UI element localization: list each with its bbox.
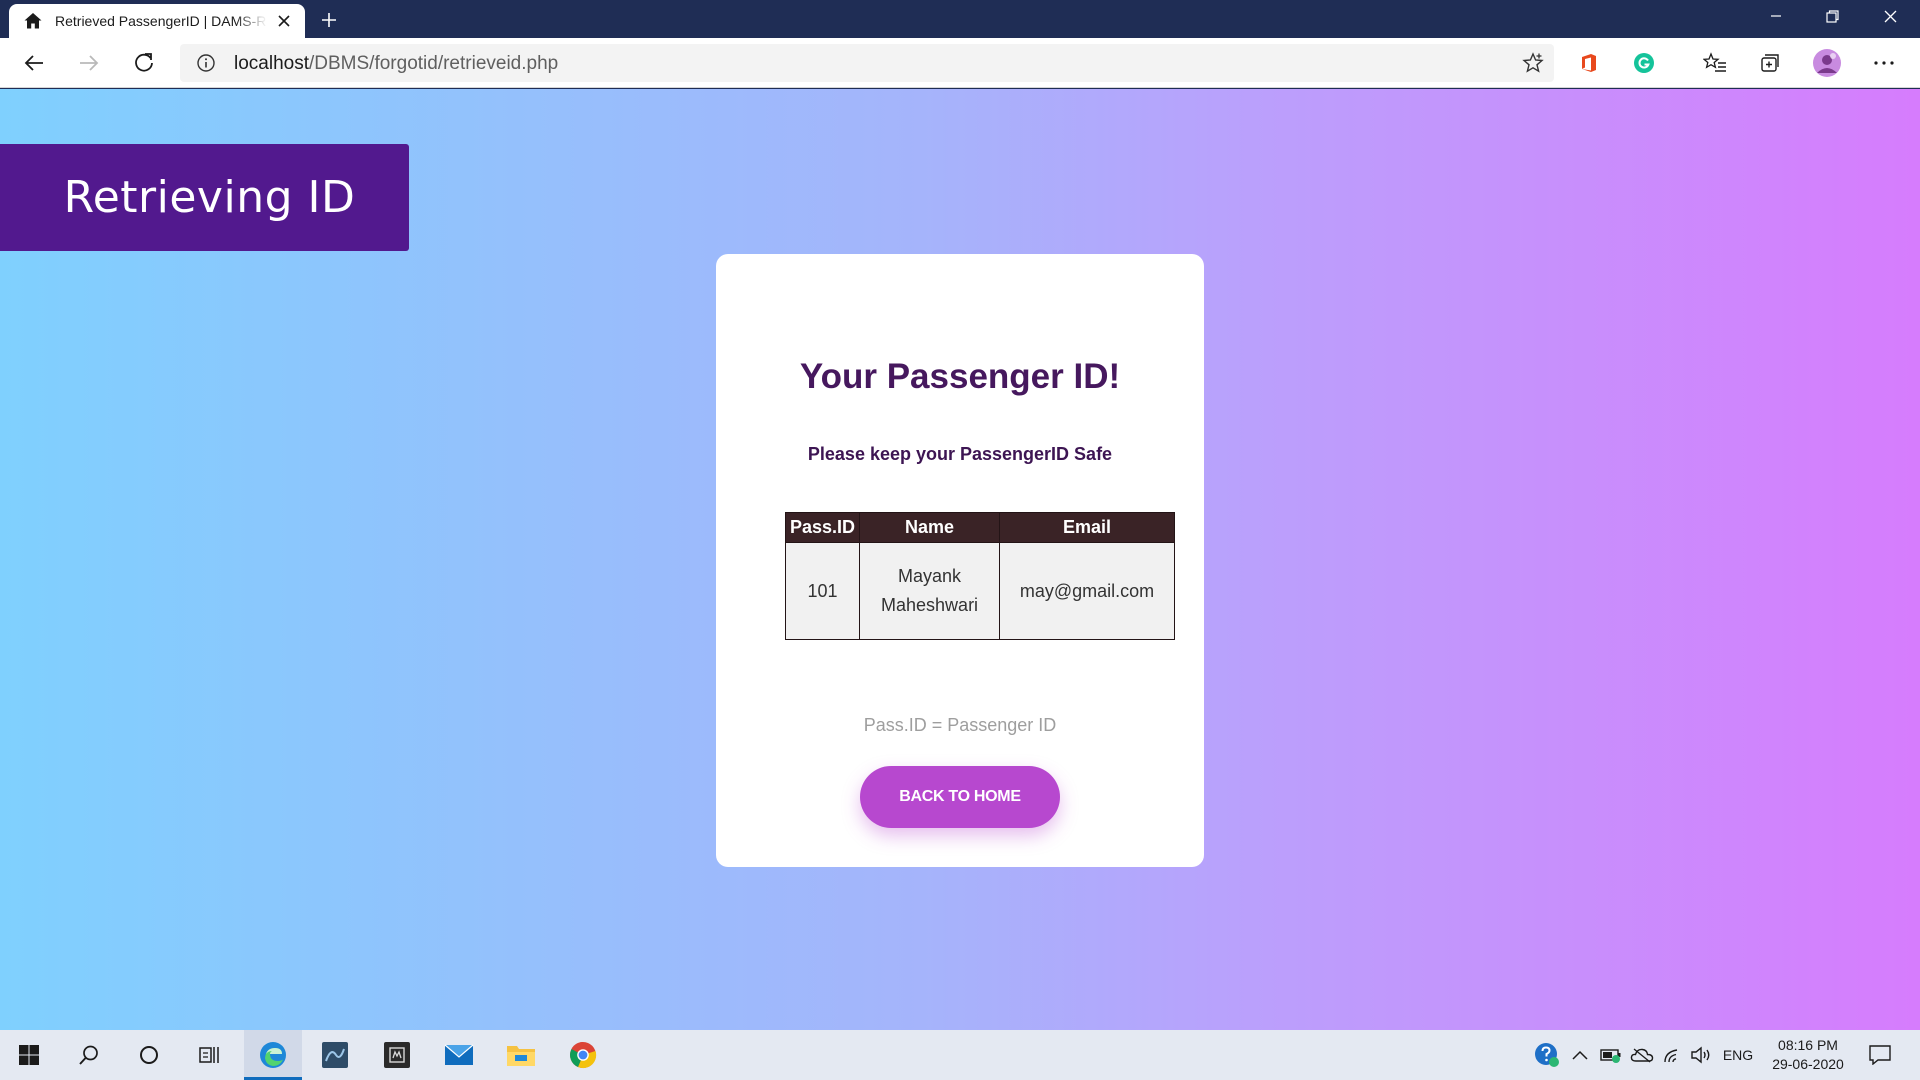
- url-path: /DBMS/forgotid/retrieveid.php: [309, 53, 559, 74]
- cortana-circle-icon: [140, 1046, 158, 1064]
- tray-volume[interactable]: [1688, 1030, 1714, 1080]
- column-header-email: Email: [999, 512, 1175, 543]
- refresh-button[interactable]: [126, 45, 162, 81]
- chrome-icon: [570, 1042, 597, 1069]
- back-to-home-button[interactable]: BACK TO HOME: [860, 766, 1060, 828]
- taskbar-mail[interactable]: [430, 1030, 488, 1080]
- address-bar[interactable]: localhost/DBMS/forgotid/retrieveid.php: [180, 44, 1554, 82]
- result-card: Your Passenger ID! Please keep your Pass…: [716, 254, 1204, 867]
- volume-icon: [1691, 1046, 1710, 1064]
- chevron-up-icon: [1572, 1050, 1588, 1060]
- banner-title: Retrieving ID: [63, 172, 356, 223]
- action-center-button[interactable]: [1864, 1030, 1896, 1080]
- search-button[interactable]: [60, 1030, 118, 1080]
- notification-icon: [1869, 1045, 1891, 1065]
- card-subheading: Please keep your PassengerID Safe: [807, 444, 1113, 464]
- taskbar-file-explorer[interactable]: [492, 1030, 550, 1080]
- cell-name-last: Maheshwari: [881, 595, 979, 615]
- back-arrow-icon: [24, 55, 43, 71]
- refresh-icon: [135, 53, 153, 72]
- avatar: [1813, 49, 1841, 77]
- browser-toolbar: localhost/DBMS/forgotid/retrieveid.php: [0, 38, 1920, 88]
- taskbar-chrome[interactable]: [554, 1030, 612, 1080]
- start-button[interactable]: [0, 1030, 58, 1080]
- tray-clock[interactable]: 08:16 PM 29-06-2020: [1758, 1036, 1858, 1074]
- tray-show-hidden[interactable]: [1568, 1030, 1592, 1080]
- settings-menu-button[interactable]: [1866, 45, 1902, 81]
- cell-name: Mayank Maheshwari: [859, 542, 1001, 640]
- mysql-workbench-icon: [322, 1042, 348, 1068]
- legend-note: Pass.ID = Passenger ID: [863, 715, 1057, 735]
- info-icon[interactable]: [196, 53, 216, 73]
- folder-icon: [507, 1046, 535, 1066]
- tab-title: Retrieved PassengerID | DAMS-R: [55, 13, 267, 29]
- cell-passid: 101: [784, 542, 861, 640]
- mail-icon: [444, 1044, 474, 1065]
- close-window-button[interactable]: [1862, 0, 1918, 32]
- forward-button[interactable]: [71, 45, 107, 81]
- forward-arrow-icon: [80, 55, 99, 71]
- favorites-list-icon: [1703, 52, 1726, 72]
- new-tab-button[interactable]: [314, 6, 344, 34]
- windows-logo-icon: [19, 1045, 39, 1065]
- edge-icon: [260, 1042, 286, 1068]
- battery-icon: [1600, 1049, 1621, 1063]
- windows-taskbar: ENG 08:16 PM 29-06-2020: [0, 1030, 1920, 1080]
- minimize-button[interactable]: [1748, 0, 1804, 32]
- back-button[interactable]: [16, 45, 52, 81]
- office-icon: [1582, 54, 1596, 72]
- card-heading: Your Passenger ID!: [799, 357, 1121, 396]
- cell-name-first: Mayank: [898, 566, 962, 586]
- wifi-icon: [1664, 1049, 1678, 1063]
- collections-button[interactable]: [1752, 45, 1788, 81]
- tray-help[interactable]: [1532, 1030, 1562, 1080]
- office-extension-button[interactable]: [1571, 45, 1607, 81]
- browser-titlebar: Retrieved PassengerID | DAMS-R: [0, 0, 1920, 38]
- star-favorite-icon[interactable]: [1522, 52, 1544, 74]
- tab-close-icon[interactable]: [273, 10, 295, 32]
- tray-battery[interactable]: [1598, 1030, 1624, 1080]
- grammarly-icon: [1634, 53, 1654, 73]
- task-view-button[interactable]: [180, 1030, 238, 1080]
- tray-language[interactable]: ENG: [1722, 1030, 1754, 1080]
- grammarly-extension-button[interactable]: [1626, 45, 1662, 81]
- clock-date: 29-06-2020: [1772, 1056, 1844, 1072]
- search-icon: [79, 1045, 98, 1065]
- column-header-passid: Pass.ID: [784, 512, 861, 543]
- cell-email: may@gmail.com: [999, 542, 1175, 640]
- table-row: 101 Mayank Maheshwari may@gmail.com: [784, 542, 1175, 640]
- taskbar-terminal-app[interactable]: [368, 1030, 426, 1080]
- favorites-button[interactable]: [1697, 45, 1733, 81]
- tray-wifi[interactable]: [1660, 1030, 1686, 1080]
- task-view-icon: [199, 1047, 219, 1063]
- url-text[interactable]: localhost/DBMS/forgotid/retrieveid.php: [234, 53, 558, 75]
- cloud-icon: [1630, 1048, 1654, 1063]
- collections-icon: [1761, 54, 1779, 72]
- profile-button[interactable]: [1809, 45, 1845, 81]
- restore-button[interactable]: [1804, 0, 1860, 32]
- help-question-icon: [1535, 1043, 1559, 1067]
- home-icon: [24, 13, 42, 29]
- terminal-app-icon: [384, 1042, 410, 1068]
- taskbar-edge[interactable]: [244, 1030, 302, 1080]
- table-header-row: Pass.ID Name Email: [784, 512, 1175, 543]
- cortana-button[interactable]: [120, 1030, 178, 1080]
- taskbar-mysql-workbench[interactable]: [306, 1030, 364, 1080]
- tray-onedrive[interactable]: [1628, 1030, 1656, 1080]
- column-header-name: Name: [859, 512, 1001, 543]
- passenger-table: Pass.ID Name Email 101 Mayank Maheshwari…: [784, 512, 1175, 640]
- clock-time: 08:16 PM: [1778, 1037, 1838, 1053]
- url-host: localhost: [234, 53, 309, 74]
- more-dots-icon: [1874, 61, 1894, 65]
- browser-tab[interactable]: Retrieved PassengerID | DAMS-R: [9, 4, 305, 38]
- page-viewport: Retrieving ID Your Passenger ID! Please …: [0, 89, 1920, 1030]
- page-banner: Retrieving ID: [0, 144, 409, 251]
